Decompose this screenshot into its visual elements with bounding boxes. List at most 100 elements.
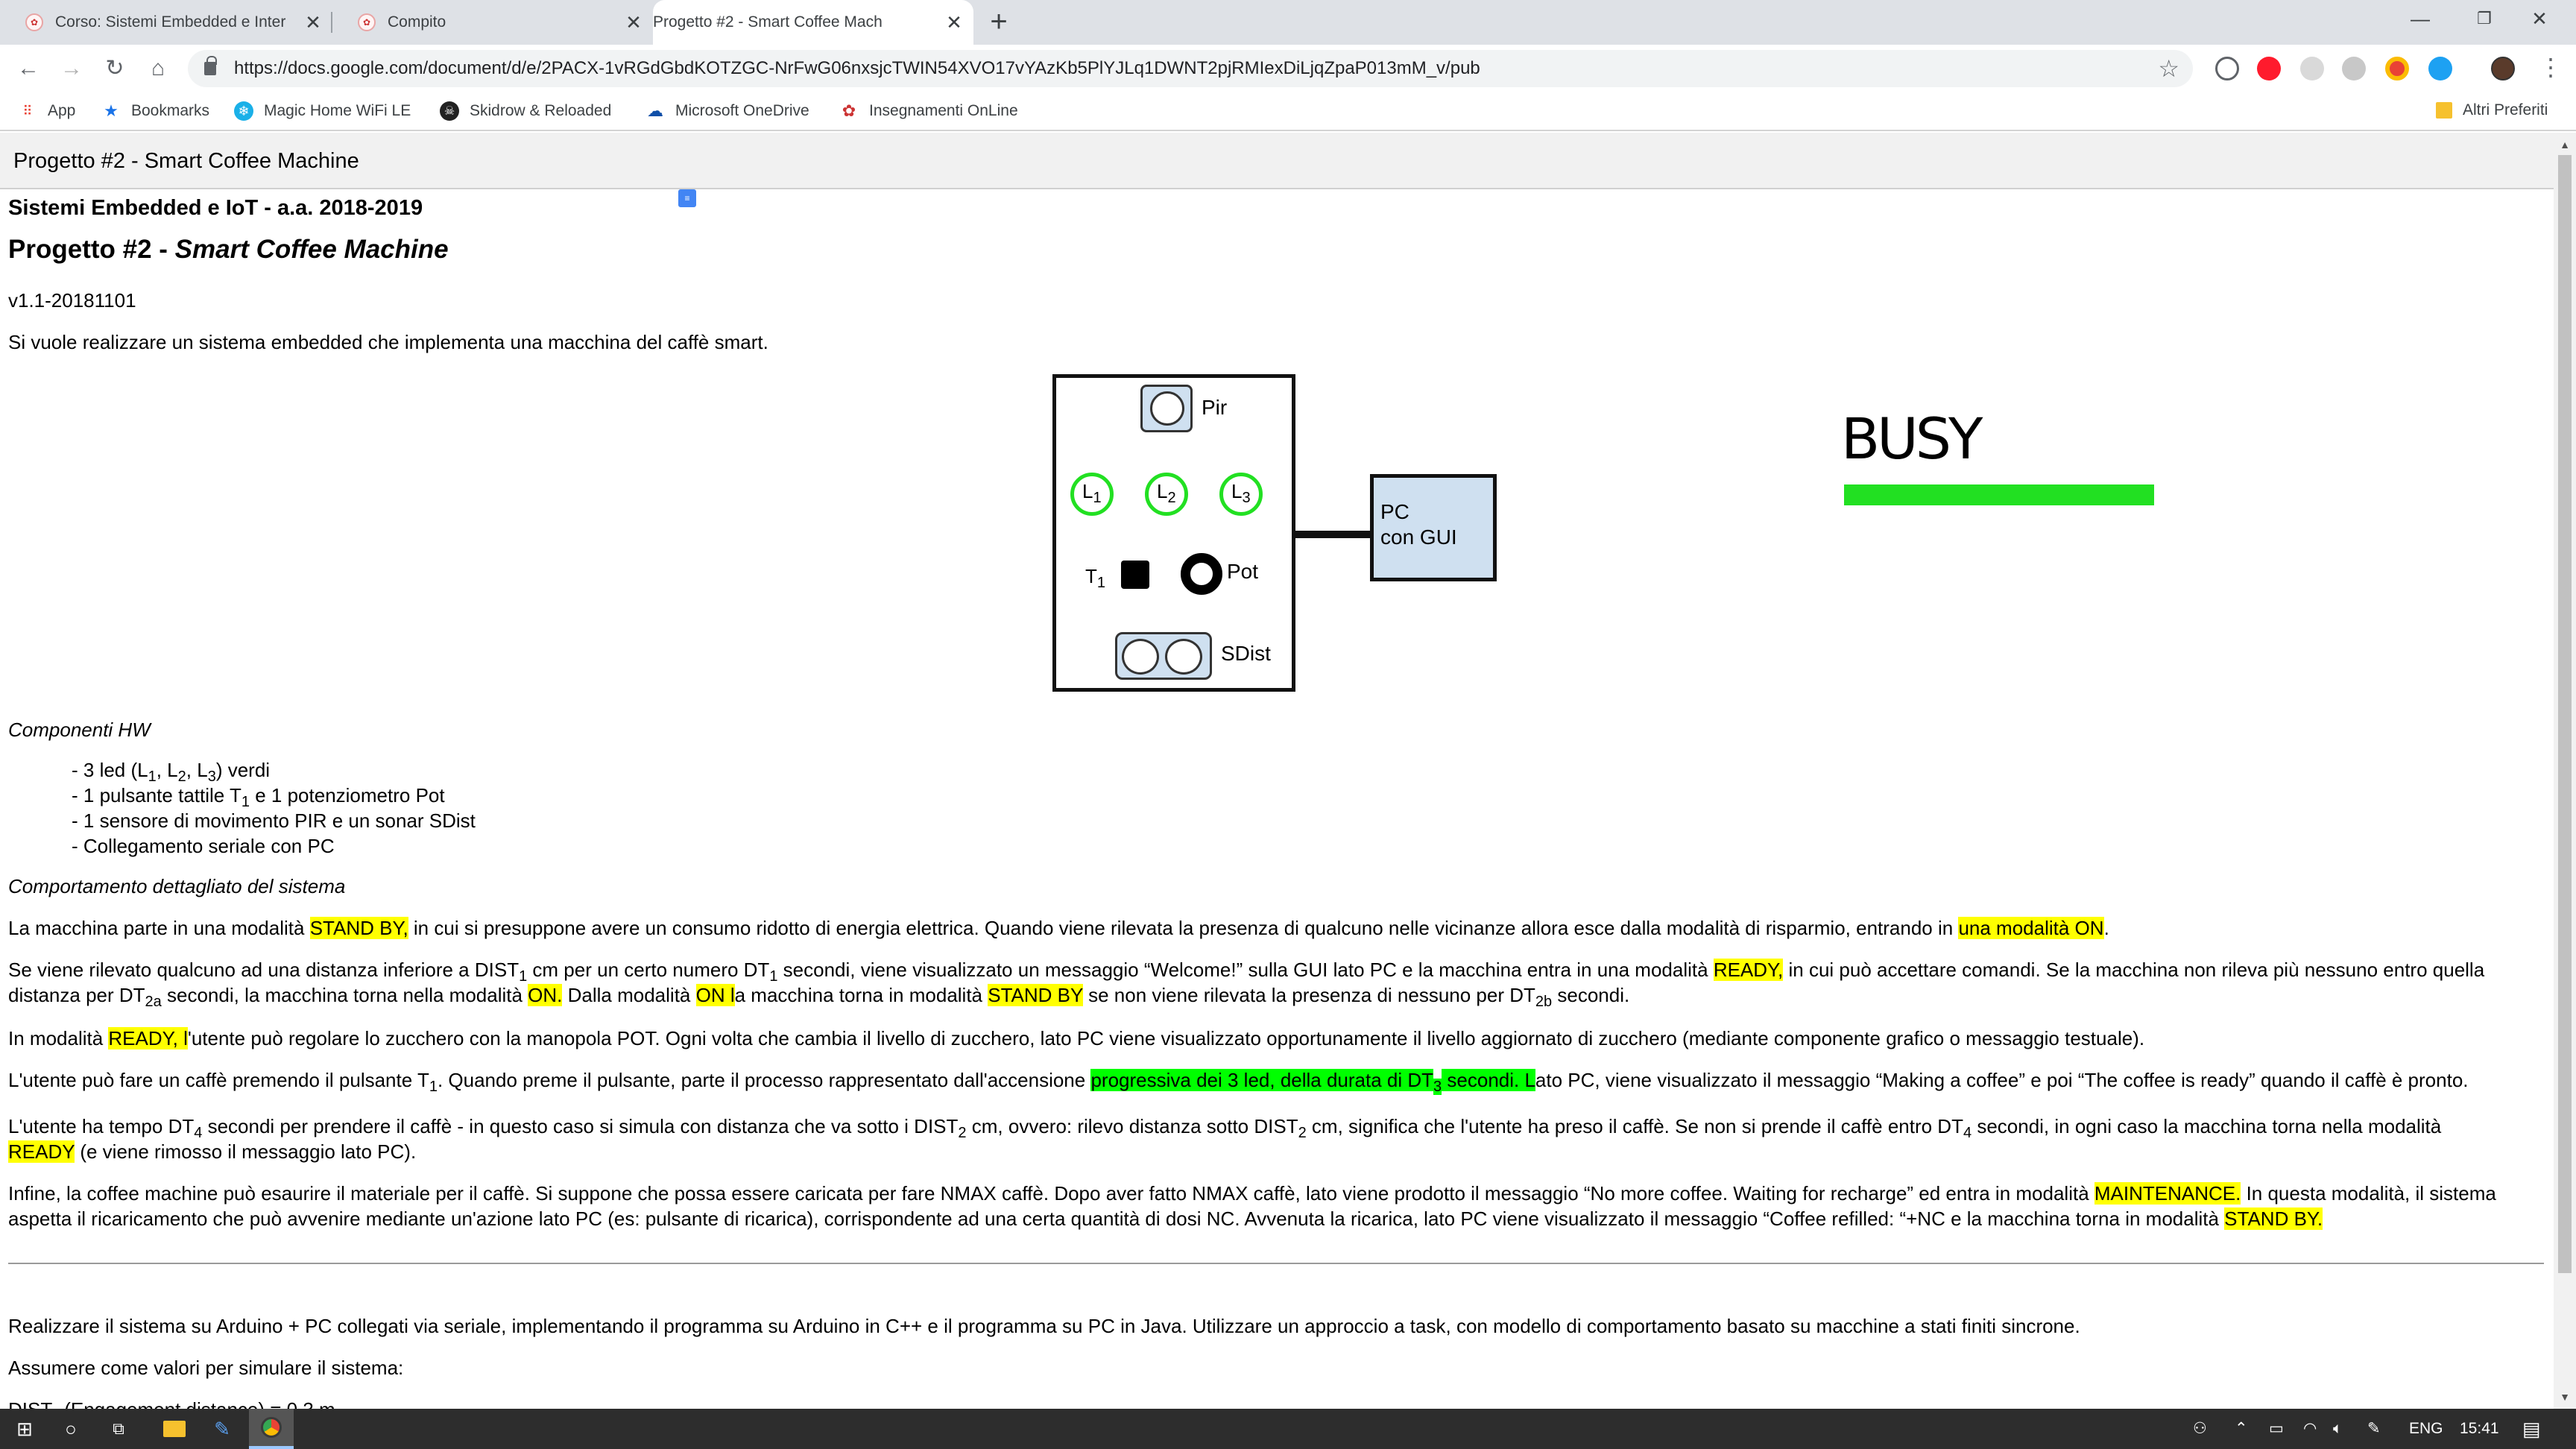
forward-button[interactable]: → [54,51,89,86]
notifications-icon[interactable]: ▤ [2522,1409,2541,1449]
green-highlight: progressiva dei 3 led, della durata di D… [1090,1069,1434,1091]
bookmark-skidrow[interactable]: ☠ Skidrow & Reloaded [440,101,611,121]
menu-icon[interactable]: ⋮ [2539,54,2563,80]
bookmark-label: Bookmarks [131,102,210,119]
horizontal-rule [8,1263,2544,1264]
led-l3-label: L3 [1231,479,1251,506]
bookmark-onedrive[interactable]: ☁ Microsoft OneDrive [645,101,809,121]
text: se non viene rilevata la presenza di nes… [1082,984,1535,1006]
doc-version: v1.1-20181101 [8,289,136,312]
button-t1 [1121,561,1149,589]
intro-paragraph: Si vuole realizzare un sistema embedded … [8,331,768,353]
highlight: ON l [695,984,735,1006]
app-icon[interactable]: ✎ [201,1409,243,1449]
highlight: ON. [528,984,563,1006]
bookmark-label: Magic Home WiFi LE [264,102,411,119]
highlight: READY, [1713,959,1784,981]
text: aspetta il ricaricamento che può avvenir… [8,1208,2225,1230]
led-l1-sub: 1 [1093,490,1102,506]
paragraph-ready-line1: Se viene rilevato qualcuno ad una distan… [8,957,2484,984]
people-icon[interactable]: ⚇ [2193,1409,2207,1449]
text: secondi, viene visualizzato un messaggio… [777,959,1714,981]
seal-icon: ✿ [358,13,376,31]
bookmark-magic-home[interactable]: ❄ Magic Home WiFi LE [234,101,411,121]
close-tab-icon[interactable]: ✕ [303,11,323,34]
tray-expand-icon[interactable]: ⌃ [2235,1409,2248,1449]
extension-icon[interactable] [2385,57,2409,80]
subscript: 3 [1433,1079,1442,1095]
clock[interactable]: 15:41 [2460,1409,2499,1449]
paragraph-make-coffee: L'utente può fare un caffè premendo il p… [8,1067,2469,1095]
project-title: Progetto #2 - Smart Coffee Machine [8,235,449,264]
busy-text: BUSY [1841,405,1980,472]
scroll-thumb[interactable] [2558,155,2572,1273]
wifi-icon[interactable]: ◠ [2303,1409,2317,1449]
text: in cui si presuppone avere un consumo ri… [408,917,1959,939]
close-window-button[interactable]: ✕ [2498,0,2576,42]
extension-icon[interactable] [2342,57,2366,80]
block-extension-icon[interactable] [2215,57,2239,80]
bookmark-other[interactable]: Altri Preferiti [2436,101,2548,119]
bookmark-app[interactable]: ⠿ App [18,101,75,121]
apps-grid-icon: ⠿ [22,103,33,119]
bookmark-bookmarks[interactable]: ★ Bookmarks [101,101,209,121]
text: (e viene rimosso il messaggio lato PC). [75,1140,417,1163]
paragraph-implementation: Realizzare il sistema su Arduino + PC co… [8,1315,2080,1337]
hw-text: e 1 potenziometro Pot [250,784,445,806]
busy-progress-bar [1844,484,2154,505]
scroll-up-arrow[interactable]: ▲ [2554,136,2576,154]
lock-icon [204,56,217,75]
reload-button[interactable]: ↻ [97,51,133,86]
address-bar[interactable]: https://docs.google.com/document/d/e/2PA… [188,50,2193,87]
windows-start-icon[interactable]: ⊞ [6,1409,43,1449]
text: ato PC, viene visualizzato il messaggio … [1535,1069,2469,1091]
file-explorer-icon[interactable] [154,1409,195,1449]
led-l3-sub: 3 [1242,490,1251,506]
profile-avatar[interactable] [2491,57,2515,80]
serial-link [1295,531,1373,538]
pen-icon[interactable]: ✎ [2367,1409,2381,1449]
text: secondi per prendere il caffè - in quest… [202,1115,959,1137]
tab-label: Compito [388,13,446,31]
tab-compito[interactable]: ✿ Compito ✕ [332,0,653,45]
text: In questa modalità, il sistema [2241,1182,2496,1205]
bookmark-insegnamenti[interactable]: ✿ Insegnamenti OnLine [839,101,1018,121]
paragraph-take-coffee-line1: L'utente ha tempo DT 4 secondi per prende… [8,1114,2441,1141]
doc-title-bar: Progetto #2 - Smart Coffee Machine [0,133,2554,189]
text: 'utente può regolare lo zucchero con la … [187,1027,2145,1049]
search-icon[interactable]: ○ [52,1409,89,1449]
back-button[interactable]: ← [10,51,46,86]
highlight: READY [8,1140,75,1163]
battery-icon[interactable]: ▭ [2269,1409,2284,1449]
bookmark-label: Altri Preferiti [2463,101,2548,119]
paragraph-take-coffee-line2: READY (e viene rimosso il messaggio lato… [8,1139,416,1164]
page-scrollbar[interactable]: ▲ ▼ [2554,133,2576,1409]
tab-corso[interactable]: ✿ Corso: Sistemi Embedded e Inter ✕ [0,0,332,45]
chrome-taskbar-icon[interactable] [249,1409,294,1449]
extension-icon[interactable] [2300,57,2324,80]
extension-icon[interactable] [2428,57,2452,80]
home-button[interactable]: ⌂ [140,51,176,86]
browser-toolbar: ← → ↻ ⌂ https://docs.google.com/document… [0,45,2576,92]
tab-progetto[interactable]: ≡ Progetto #2 - Smart Coffee Mach ✕ [653,0,973,207]
scroll-down-arrow[interactable]: ▼ [2554,1388,2576,1406]
new-tab-button[interactable]: + [981,4,1017,40]
task-view-icon[interactable]: ⧉ [100,1409,137,1449]
potentiometer [1181,553,1222,595]
subscript: 4 [1963,1125,1972,1141]
volume-icon[interactable]: 🔈︎ [2333,1409,2343,1449]
cloud-icon: ☁ [647,101,663,120]
text: L'utente può fare un caffè premendo il p… [8,1069,429,1091]
close-tab-icon[interactable]: ✕ [944,11,965,34]
hw-item-sensor: - 1 sensore di movimento PIR e un sonar … [72,809,476,832]
language-indicator[interactable]: ENG [2409,1409,2443,1449]
hw-heading: Componenti HW [8,719,151,741]
highlight: STAND BY, [309,917,408,939]
bookmark-star-icon[interactable]: ☆ [2158,54,2179,83]
url-text[interactable]: https://docs.google.com/document/d/e/2PA… [234,58,2158,79]
hw-item-serial: - Collegamento seriale con PC [72,835,335,857]
opera-extension-icon[interactable] [2257,57,2281,80]
led-l1-label: L1 [1082,479,1102,506]
project-name: Smart Coffee Machine [174,235,449,264]
close-tab-icon[interactable]: ✕ [623,11,644,34]
